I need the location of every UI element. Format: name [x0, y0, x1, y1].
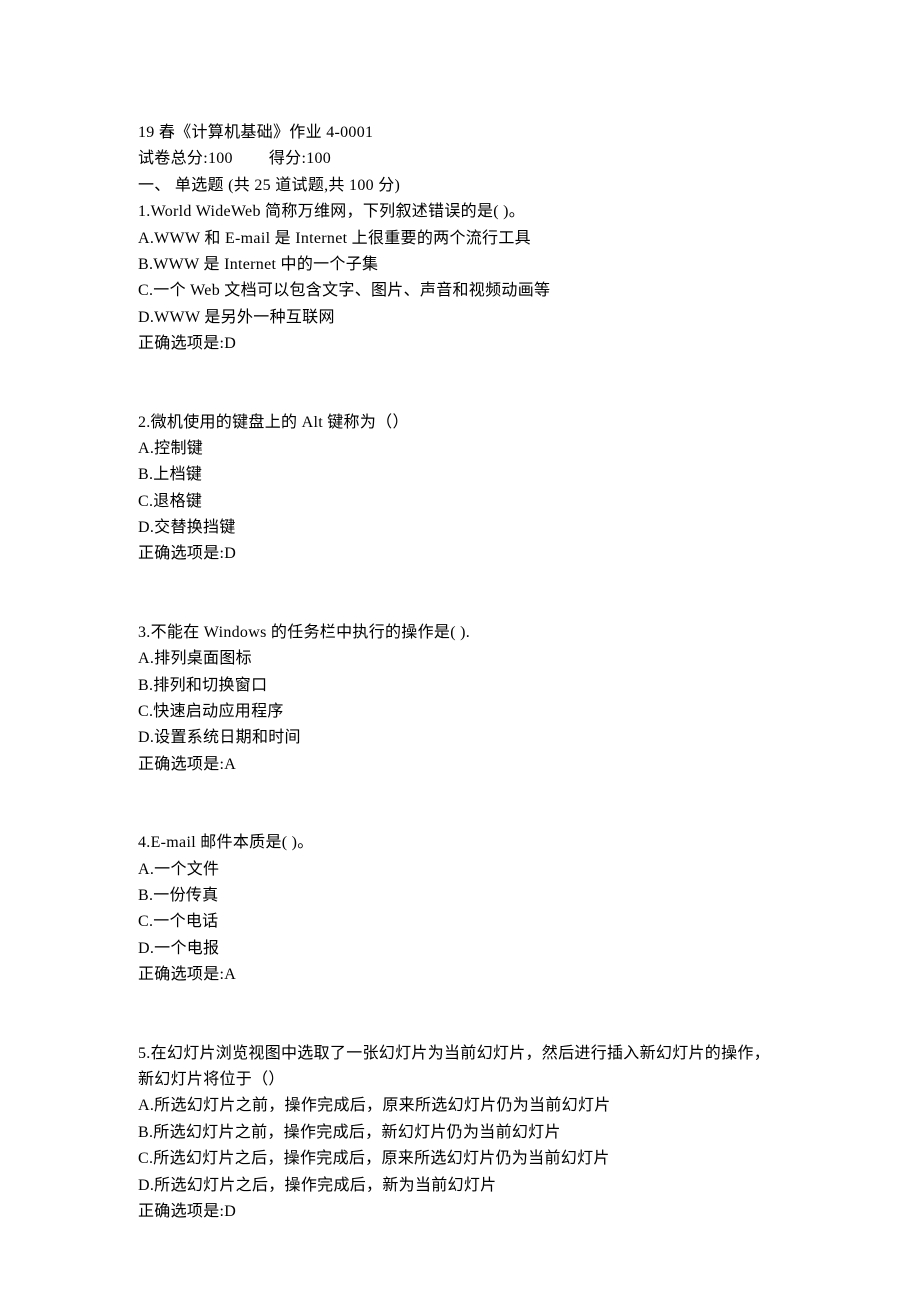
question-option: A.排列桌面图标 — [138, 646, 782, 672]
question-3: 3.不能在 Windows 的任务栏中执行的操作是( ). A.排列桌面图标 B… — [138, 620, 782, 778]
question-option: D.所选幻灯片之后，操作完成后，新为当前幻灯片 — [138, 1173, 782, 1199]
question-answer: 正确选项是:D — [138, 1199, 782, 1225]
question-option: A.控制键 — [138, 436, 782, 462]
question-4: 4.E-mail 邮件本质是( )。 A.一个文件 B.一份传真 C.一个电话 … — [138, 830, 782, 988]
question-option: D.WWW 是另外一种互联网 — [138, 305, 782, 331]
question-5: 5.在幻灯片浏览视图中选取了一张幻灯片为当前幻灯片，然后进行插入新幻灯片的操作，… — [138, 1041, 782, 1226]
question-answer: 正确选项是:D — [138, 541, 782, 567]
question-option: C.退格键 — [138, 489, 782, 515]
question-stem: 4.E-mail 邮件本质是( )。 — [138, 830, 782, 856]
question-2: 2.微机使用的键盘上的 Alt 键称为（） A.控制键 B.上档键 C.退格键 … — [138, 410, 782, 568]
spacer — [138, 989, 782, 1041]
spacer — [138, 358, 782, 410]
question-option: C.一个电话 — [138, 909, 782, 935]
question-1: 1.World WideWeb 简称万维网，下列叙述错误的是( )。 A.WWW… — [138, 199, 782, 357]
question-option: C.所选幻灯片之后，操作完成后，原来所选幻灯片仍为当前幻灯片 — [138, 1146, 782, 1172]
question-option: C.一个 Web 文档可以包含文字、图片、声音和视频动画等 — [138, 278, 782, 304]
question-option: B.一份传真 — [138, 883, 782, 909]
section-header: 一、 单选题 (共 25 道试题,共 100 分) — [138, 173, 782, 199]
question-answer: 正确选项是:D — [138, 331, 782, 357]
question-answer: 正确选项是:A — [138, 962, 782, 988]
question-stem: 5.在幻灯片浏览视图中选取了一张幻灯片为当前幻灯片，然后进行插入新幻灯片的操作，… — [138, 1041, 782, 1094]
question-answer: 正确选项是:A — [138, 752, 782, 778]
question-option: C.快速启动应用程序 — [138, 699, 782, 725]
question-stem: 1.World WideWeb 简称万维网，下列叙述错误的是( )。 — [138, 199, 782, 225]
total-score: 试卷总分:100 — [138, 146, 233, 172]
question-option: A.一个文件 — [138, 857, 782, 883]
spacer — [138, 778, 782, 830]
question-stem: 3.不能在 Windows 的任务栏中执行的操作是( ). — [138, 620, 782, 646]
question-stem: 2.微机使用的键盘上的 Alt 键称为（） — [138, 410, 782, 436]
question-option: A.所选幻灯片之前，操作完成后，原来所选幻灯片仍为当前幻灯片 — [138, 1093, 782, 1119]
question-option: B.排列和切换窗口 — [138, 673, 782, 699]
question-option: B.WWW 是 Internet 中的一个子集 — [138, 252, 782, 278]
question-option: A.WWW 和 E-mail 是 Internet 上很重要的两个流行工具 — [138, 226, 782, 252]
question-option: D.一个电报 — [138, 936, 782, 962]
question-option: D.交替换挡键 — [138, 515, 782, 541]
question-option: D.设置系统日期和时间 — [138, 725, 782, 751]
document-title: 19 春《计算机基础》作业 4-0001 — [138, 120, 782, 146]
earned-score: 得分:100 — [269, 146, 331, 172]
question-option: B.所选幻灯片之前，操作完成后，新幻灯片仍为当前幻灯片 — [138, 1120, 782, 1146]
question-option: B.上档键 — [138, 462, 782, 488]
score-summary: 试卷总分:100 得分:100 — [138, 146, 782, 172]
spacer — [138, 568, 782, 620]
